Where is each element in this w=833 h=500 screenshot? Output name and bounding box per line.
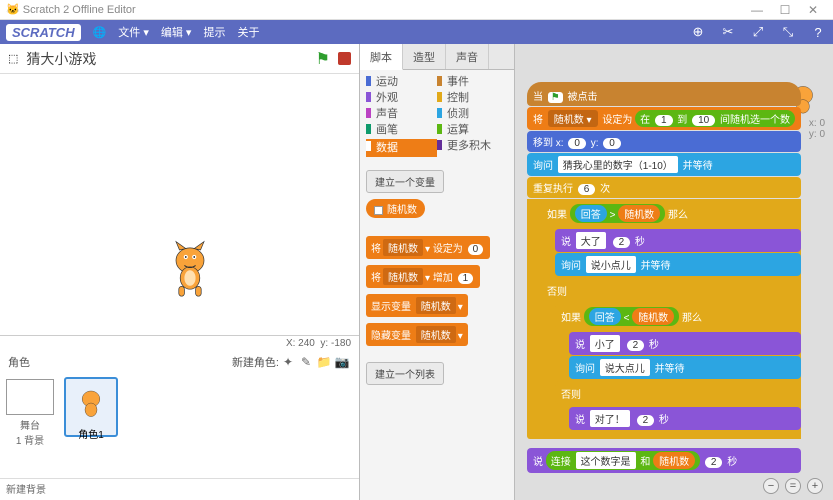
make-list-button[interactable]: 建立一个列表 [366, 362, 444, 385]
scratch-logo: SCRATCH [6, 24, 81, 41]
green-flag-icon[interactable]: ⚑ [316, 49, 330, 69]
block-else2[interactable]: 否则 [555, 383, 801, 404]
block-ask-big[interactable]: 询问 说大点儿 并等待 [569, 356, 801, 379]
help-icon[interactable]: ? [809, 25, 827, 40]
stage-coords: X: 240 y: -180 [0, 336, 359, 351]
camera-sprite-icon[interactable]: 📷 [333, 355, 351, 369]
cat-icon: 🐱 [6, 3, 20, 16]
block-set[interactable]: 将 随机数 ▾ 设定为 在 1 到 10 间随机选一个数 [527, 107, 801, 130]
block-ask-small[interactable]: 询问 说小点儿 并等待 [555, 253, 801, 276]
block-show-var[interactable]: 显示变量 随机数▾ [366, 294, 468, 317]
project-title[interactable]: 猜大小游戏 [26, 49, 307, 69]
zoom-controls: − = + [763, 478, 823, 494]
window-titlebar: 🐱 Scratch 2 Offline Editor — ☐ ✕ [0, 0, 833, 20]
var-checkbox[interactable] [374, 206, 383, 215]
menu-tips[interactable]: 提示 [203, 24, 225, 40]
block-if-lt[interactable]: 如果 回答 < 随机数 那么 [555, 304, 801, 329]
stage-column: ⬚ 猜大小游戏 ⚑ X: 240 y: -180 角色 [0, 44, 360, 500]
stamp-icon[interactable]: ⊕ [689, 24, 707, 40]
block-say-big[interactable]: 说 大了 2 秒 [555, 229, 801, 252]
cut-icon[interactable]: ✂ [719, 24, 737, 40]
menu-edit[interactable]: 编辑 ▾ [161, 24, 192, 40]
cat-events[interactable]: 事件 [437, 74, 508, 90]
stage-thumb[interactable]: 舞台 1 背景 [0, 373, 60, 478]
tab-scripts[interactable]: 脚本 [360, 44, 403, 70]
block-ask[interactable]: 询问 猜我心里的数字（1-10） 并等待 [527, 153, 801, 176]
block-repeat[interactable]: 重复执行 6 次 [527, 177, 801, 198]
tab-sounds[interactable]: 声音 [446, 44, 489, 69]
cat-control[interactable]: 控制 [437, 90, 508, 106]
sprites-label: 角色 [8, 354, 232, 370]
blocks-palette-column: 脚本 造型 声音 运动 外观 声音 画笔 数据 事件 控制 侦测 运算 更多积木… [360, 44, 515, 500]
menu-about[interactable]: 关于 [237, 24, 259, 40]
cat-motion[interactable]: 运动 [366, 74, 437, 90]
stop-icon[interactable] [338, 52, 351, 65]
fullscreen-icon[interactable]: ⬚ [8, 52, 18, 65]
cat-sound[interactable]: 声音 [366, 106, 437, 122]
block-if-gt[interactable]: 如果 回答 > 随机数 那么 [541, 201, 801, 226]
cat-sensing[interactable]: 侦测 [437, 106, 508, 122]
cat-pen[interactable]: 画笔 [366, 122, 437, 138]
zoom-out-icon[interactable]: − [763, 478, 779, 494]
sprite-item-cat[interactable]: 角色1 [64, 377, 118, 437]
block-goto[interactable]: 移到 x: 0 y: 0 [527, 131, 801, 152]
cat-data[interactable]: 数据 [366, 139, 437, 157]
menubar: SCRATCH 🌐 文件 ▾ 编辑 ▾ 提示 关于 ⊕ ✂ ⤢ ⤡ ? [0, 20, 833, 44]
block-hide-var[interactable]: 隐藏变量 随机数▾ [366, 323, 468, 346]
cat-looks[interactable]: 外观 [366, 90, 437, 106]
cat-more[interactable]: 更多积木 [437, 138, 508, 154]
new-backdrop-label: 新建背景 [0, 478, 359, 500]
choose-sprite-icon[interactable]: ✦ [279, 355, 297, 369]
menu-file[interactable]: 文件 ▾ [118, 24, 149, 40]
close-icon[interactable]: ✕ [799, 3, 827, 17]
scripts-area[interactable]: x: 0 y: 0 当 ⚑ 被点击 将 随机数 ▾ 设定为 在 1 到 10 间… [515, 44, 833, 500]
cat-operators[interactable]: 运算 [437, 122, 508, 138]
window-title: Scratch 2 Offline Editor [23, 4, 136, 16]
sprite-cat[interactable] [155, 229, 225, 299]
block-say-join[interactable]: 说 连接 这个数字是 和 随机数 2 秒 [527, 448, 801, 473]
zoom-reset-icon[interactable]: = [785, 478, 801, 494]
maximize-icon[interactable]: ☐ [771, 3, 799, 17]
paint-sprite-icon[interactable]: ✎ [297, 355, 315, 369]
globe-icon[interactable]: 🌐 [93, 26, 107, 39]
variable-pill[interactable]: 随机数 [366, 199, 425, 218]
new-sprite-label: 新建角色: [232, 354, 279, 370]
block-change-var[interactable]: 将随机数▾ 增加 1 [366, 265, 480, 288]
block-say-small[interactable]: 说 小了 2 秒 [569, 332, 801, 355]
block-set-var[interactable]: 将随机数▾ 设定为 0 [366, 236, 490, 259]
upload-sprite-icon[interactable]: 📁 [315, 355, 333, 369]
flag-icon: ⚑ [548, 92, 563, 103]
make-variable-button[interactable]: 建立一个变量 [366, 170, 444, 193]
stage-canvas[interactable] [0, 74, 359, 336]
shrink-icon[interactable]: ⤡ [779, 24, 797, 40]
block-else1[interactable]: 否则 [541, 280, 801, 301]
minimize-icon[interactable]: — [743, 3, 771, 17]
zoom-in-icon[interactable]: + [807, 478, 823, 494]
grow-icon[interactable]: ⤢ [749, 24, 767, 40]
block-when-flag[interactable]: 当 ⚑ 被点击 [527, 82, 801, 106]
block-say-correct[interactable]: 说 对了！ 2 秒 [569, 407, 801, 430]
script-stack[interactable]: 当 ⚑ 被点击 将 随机数 ▾ 设定为 在 1 到 10 间随机选一个数 移到 … [527, 82, 801, 474]
tab-costumes[interactable]: 造型 [403, 44, 446, 69]
